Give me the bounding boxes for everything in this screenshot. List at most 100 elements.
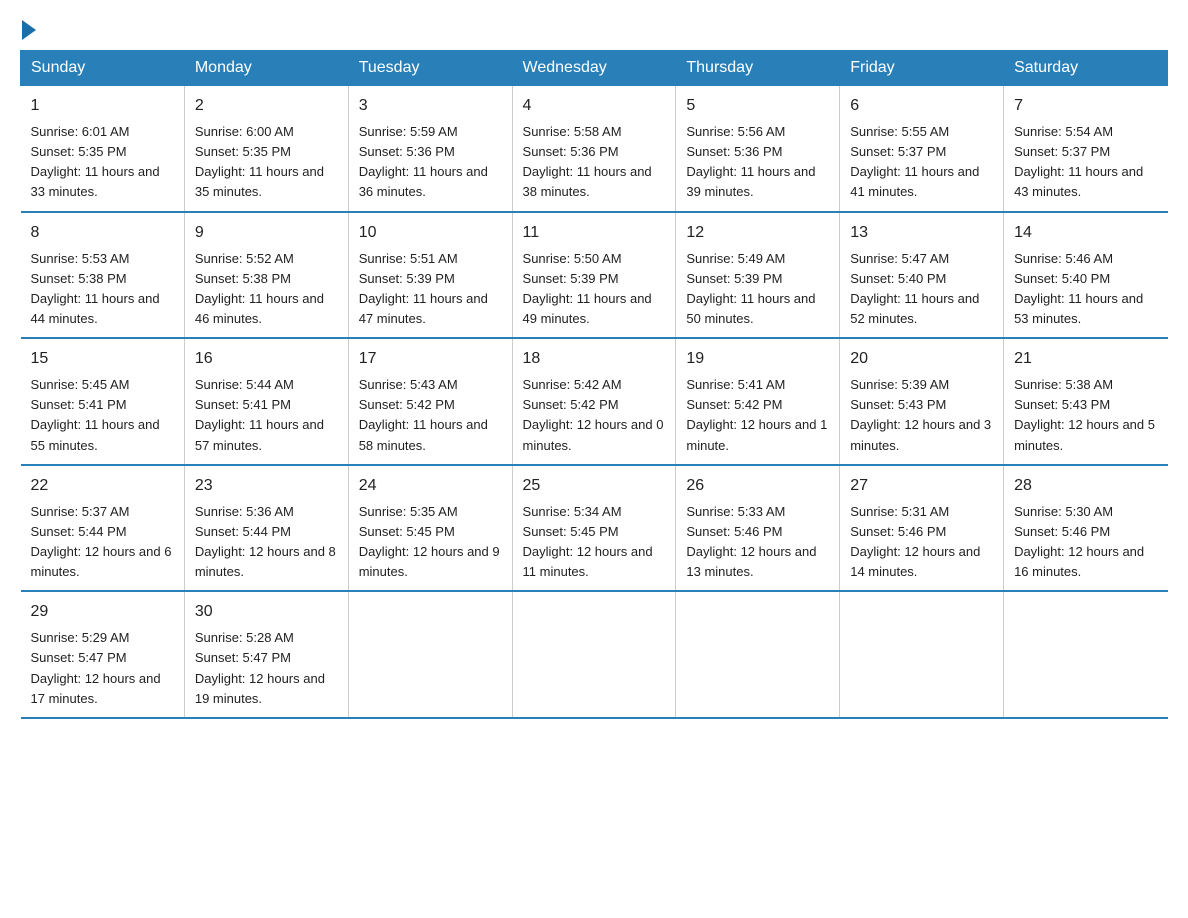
calendar-cell: 24Sunrise: 5:35 AMSunset: 5:45 PMDayligh… [348, 465, 512, 592]
page-header [20, 20, 1168, 40]
day-info: Sunrise: 5:53 AMSunset: 5:38 PMDaylight:… [31, 249, 174, 330]
day-number: 22 [31, 474, 174, 498]
day-info: Sunrise: 5:50 AMSunset: 5:39 PMDaylight:… [523, 249, 666, 330]
day-info: Sunrise: 5:54 AMSunset: 5:37 PMDaylight:… [1014, 122, 1157, 203]
day-info: Sunrise: 6:01 AMSunset: 5:35 PMDaylight:… [31, 122, 174, 203]
day-info: Sunrise: 5:43 AMSunset: 5:42 PMDaylight:… [359, 375, 502, 456]
day-info: Sunrise: 5:38 AMSunset: 5:43 PMDaylight:… [1014, 375, 1157, 456]
calendar-cell: 29 Sunrise: 5:29 AMSunset: 5:47 PMDayligh… [21, 591, 185, 718]
day-info: Sunrise: 5:51 AMSunset: 5:39 PMDaylight:… [359, 249, 502, 330]
day-info: Sunrise: 6:00 AMSunset: 5:35 PMDaylight:… [195, 122, 338, 203]
day-info: Sunrise: 5:37 AMSunset: 5:44 PMDaylight:… [31, 502, 174, 583]
calendar-cell: 13 Sunrise: 5:47 AMSunset: 5:40 PMDayligh… [840, 212, 1004, 339]
calendar-table: SundayMondayTuesdayWednesdayThursdayFrid… [20, 50, 1168, 719]
day-info: Sunrise: 5:55 AMSunset: 5:37 PMDaylight:… [850, 122, 993, 203]
day-info: Sunrise: 5:45 AMSunset: 5:41 PMDaylight:… [31, 375, 174, 456]
day-info: Sunrise: 5:29 AMSunset: 5:47 PMDaylight:… [31, 628, 174, 709]
calendar-cell: 5 Sunrise: 5:56 AMSunset: 5:36 PMDaylight… [676, 86, 840, 212]
calendar-cell [1004, 591, 1168, 718]
calendar-cell: 14 Sunrise: 5:46 AMSunset: 5:40 PMDayligh… [1004, 212, 1168, 339]
day-info: Sunrise: 5:30 AMSunset: 5:46 PMDaylight:… [1014, 502, 1157, 583]
calendar-cell: 12Sunrise: 5:49 AMSunset: 5:39 PMDayligh… [676, 212, 840, 339]
calendar-cell: 6Sunrise: 5:55 AMSunset: 5:37 PMDaylight… [840, 86, 1004, 212]
day-info: Sunrise: 5:41 AMSunset: 5:42 PMDaylight:… [686, 375, 829, 456]
day-info: Sunrise: 5:28 AMSunset: 5:47 PMDaylight:… [195, 628, 338, 709]
calendar-week-3: 15 Sunrise: 5:45 AMSunset: 5:41 PMDayligh… [21, 338, 1168, 465]
day-number: 13 [850, 221, 993, 245]
day-number: 19 [686, 347, 829, 371]
header-wednesday: Wednesday [512, 51, 676, 86]
calendar-cell: 15 Sunrise: 5:45 AMSunset: 5:41 PMDayligh… [21, 338, 185, 465]
day-number: 4 [523, 94, 666, 118]
day-info: Sunrise: 5:47 AMSunset: 5:40 PMDaylight:… [850, 249, 993, 330]
calendar-cell: 26 Sunrise: 5:33 AMSunset: 5:46 PMDayligh… [676, 465, 840, 592]
day-number: 15 [31, 347, 174, 371]
day-info: Sunrise: 5:59 AMSunset: 5:36 PMDaylight:… [359, 122, 502, 203]
day-number: 20 [850, 347, 993, 371]
calendar-cell: 20 Sunrise: 5:39 AMSunset: 5:43 PMDayligh… [840, 338, 1004, 465]
day-number: 25 [523, 474, 666, 498]
day-number: 21 [1014, 347, 1157, 371]
calendar-cell: 21 Sunrise: 5:38 AMSunset: 5:43 PMDayligh… [1004, 338, 1168, 465]
day-info: Sunrise: 5:46 AMSunset: 5:40 PMDaylight:… [1014, 249, 1157, 330]
calendar-week-1: 1 Sunrise: 6:01 AMSunset: 5:35 PMDaylight… [21, 86, 1168, 212]
logo-arrow-icon [22, 20, 36, 40]
day-number: 27 [850, 474, 993, 498]
header-saturday: Saturday [1004, 51, 1168, 86]
calendar-cell: 4Sunrise: 5:58 AMSunset: 5:36 PMDaylight… [512, 86, 676, 212]
day-number: 28 [1014, 474, 1157, 498]
calendar-cell: 22 Sunrise: 5:37 AMSunset: 5:44 PMDayligh… [21, 465, 185, 592]
calendar-cell [348, 591, 512, 718]
day-number: 29 [31, 600, 174, 624]
calendar-cell: 10 Sunrise: 5:51 AMSunset: 5:39 PMDayligh… [348, 212, 512, 339]
calendar-cell: 11 Sunrise: 5:50 AMSunset: 5:39 PMDayligh… [512, 212, 676, 339]
day-info: Sunrise: 5:49 AMSunset: 5:39 PMDaylight:… [686, 249, 829, 330]
header-monday: Monday [184, 51, 348, 86]
header-tuesday: Tuesday [348, 51, 512, 86]
day-number: 11 [523, 221, 666, 245]
day-info: Sunrise: 5:31 AMSunset: 5:46 PMDaylight:… [850, 502, 993, 583]
calendar-cell [512, 591, 676, 718]
calendar-cell: 16 Sunrise: 5:44 AMSunset: 5:41 PMDayligh… [184, 338, 348, 465]
logo [20, 20, 38, 40]
calendar-cell [840, 591, 1004, 718]
day-number: 5 [686, 94, 829, 118]
calendar-cell: 2 Sunrise: 6:00 AMSunset: 5:35 PMDaylight… [184, 86, 348, 212]
day-info: Sunrise: 5:33 AMSunset: 5:46 PMDaylight:… [686, 502, 829, 583]
calendar-cell [676, 591, 840, 718]
day-number: 3 [359, 94, 502, 118]
day-number: 2 [195, 94, 338, 118]
header-thursday: Thursday [676, 51, 840, 86]
day-info: Sunrise: 5:56 AMSunset: 5:36 PMDaylight:… [686, 122, 829, 203]
calendar-header-row: SundayMondayTuesdayWednesdayThursdayFrid… [21, 51, 1168, 86]
calendar-cell: 19 Sunrise: 5:41 AMSunset: 5:42 PMDayligh… [676, 338, 840, 465]
calendar-cell: 27 Sunrise: 5:31 AMSunset: 5:46 PMDayligh… [840, 465, 1004, 592]
calendar-week-2: 8Sunrise: 5:53 AMSunset: 5:38 PMDaylight… [21, 212, 1168, 339]
calendar-cell: 1 Sunrise: 6:01 AMSunset: 5:35 PMDaylight… [21, 86, 185, 212]
day-info: Sunrise: 5:34 AMSunset: 5:45 PMDaylight:… [523, 502, 666, 583]
day-info: Sunrise: 5:36 AMSunset: 5:44 PMDaylight:… [195, 502, 338, 583]
day-info: Sunrise: 5:39 AMSunset: 5:43 PMDaylight:… [850, 375, 993, 456]
calendar-cell: 17 Sunrise: 5:43 AMSunset: 5:42 PMDayligh… [348, 338, 512, 465]
day-number: 17 [359, 347, 502, 371]
day-number: 7 [1014, 94, 1157, 118]
day-info: Sunrise: 5:52 AMSunset: 5:38 PMDaylight:… [195, 249, 338, 330]
calendar-cell: 30 Sunrise: 5:28 AMSunset: 5:47 PMDayligh… [184, 591, 348, 718]
day-number: 30 [195, 600, 338, 624]
day-number: 1 [31, 94, 174, 118]
calendar-cell: 28 Sunrise: 5:30 AMSunset: 5:46 PMDayligh… [1004, 465, 1168, 592]
day-number: 14 [1014, 221, 1157, 245]
day-info: Sunrise: 5:35 AMSunset: 5:45 PMDaylight:… [359, 502, 502, 583]
day-info: Sunrise: 5:44 AMSunset: 5:41 PMDaylight:… [195, 375, 338, 456]
day-number: 26 [686, 474, 829, 498]
calendar-cell: 7 Sunrise: 5:54 AMSunset: 5:37 PMDaylight… [1004, 86, 1168, 212]
day-number: 10 [359, 221, 502, 245]
calendar-cell: 3 Sunrise: 5:59 AMSunset: 5:36 PMDaylight… [348, 86, 512, 212]
header-sunday: Sunday [21, 51, 185, 86]
calendar-week-5: 29 Sunrise: 5:29 AMSunset: 5:47 PMDayligh… [21, 591, 1168, 718]
day-number: 18 [523, 347, 666, 371]
calendar-cell: 23 Sunrise: 5:36 AMSunset: 5:44 PMDayligh… [184, 465, 348, 592]
day-number: 23 [195, 474, 338, 498]
calendar-week-4: 22 Sunrise: 5:37 AMSunset: 5:44 PMDayligh… [21, 465, 1168, 592]
day-number: 16 [195, 347, 338, 371]
